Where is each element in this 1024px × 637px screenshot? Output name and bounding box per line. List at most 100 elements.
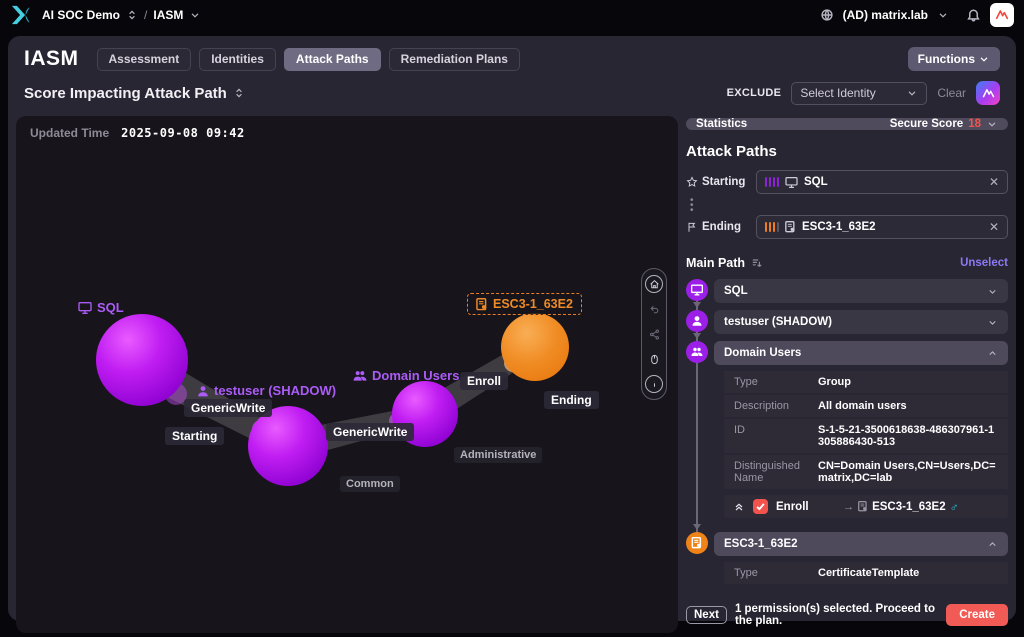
detail-key: ID — [734, 424, 818, 448]
path-row-esc3[interactable]: ESC3-1_63E2 — [714, 532, 1008, 556]
layout-button[interactable] — [645, 325, 663, 343]
node-sql[interactable] — [96, 314, 188, 406]
chevron-down-icon[interactable] — [987, 317, 998, 328]
company-logo-icon[interactable] — [10, 5, 32, 25]
path-sort-icon[interactable] — [751, 257, 763, 269]
chevron-up-icon[interactable] — [987, 539, 998, 550]
view-sort-icon[interactable] — [233, 87, 245, 99]
identity-select-value: Select Identity — [800, 86, 875, 100]
org-name[interactable]: AI SOC Demo — [42, 8, 120, 22]
path-row-sql-label: SQL — [724, 285, 748, 297]
graph-canvas[interactable] — [16, 116, 678, 633]
path-entry-testuser: testuser (SHADOW) — [686, 310, 1008, 334]
double-chevron-up-icon[interactable] — [733, 501, 745, 513]
detail-row-distinguished-name: Distinguished Name CN=Domain Users,CN=Us… — [724, 455, 1008, 489]
esc3-details: Type CertificateTemplate — [724, 562, 1008, 584]
node-label-testuser[interactable]: testuser (SHADOW) — [197, 383, 336, 398]
detail-value: S-1-5-21-3500618638-486307961-1305886430… — [818, 424, 998, 448]
header-row: IASM Assessment Identities Attack Paths … — [16, 44, 1008, 74]
identity-select-chevron-icon — [906, 87, 918, 99]
attack-path-graph[interactable]: Updated Time 2025-09-08 09:42 SQL testus… — [16, 116, 678, 633]
mouse-mode-button[interactable] — [645, 350, 663, 368]
chevron-down-icon[interactable] — [987, 286, 998, 297]
node-label-domain-users[interactable]: Domain Users — [353, 368, 459, 383]
ending-row: Ending ESC3-1_63E2 ✕ — [686, 215, 1008, 239]
avatar[interactable] — [976, 81, 1000, 105]
node-label-esc3[interactable]: ESC3-1_63E2 — [467, 293, 582, 315]
node-label-sql-text: SQL — [97, 300, 124, 315]
chevron-up-icon[interactable] — [987, 348, 998, 359]
permission-row-enroll[interactable]: Enroll → ESC3-1_63E2 ♂ — [724, 495, 1008, 518]
globe-icon — [820, 8, 834, 22]
starting-node-input[interactable]: SQL ✕ — [756, 170, 1008, 194]
ending-label: Ending — [686, 221, 748, 233]
identity-select[interactable]: Select Identity — [791, 82, 927, 105]
tab-assessment[interactable]: Assessment — [97, 48, 192, 71]
permission-name: Enroll — [776, 501, 809, 513]
org-switcher-icon[interactable] — [126, 9, 138, 21]
group-icon — [353, 370, 367, 382]
severity-bars-icon — [765, 177, 779, 187]
ending-clear-icon[interactable]: ✕ — [989, 221, 999, 233]
domain-chevron-icon[interactable] — [937, 9, 949, 21]
node-label-esc3-text: ESC3-1_63E2 — [493, 297, 573, 311]
domain-users-details: Type Group Description All domain users … — [724, 371, 1008, 489]
exclude-label: EXCLUDE — [727, 87, 782, 99]
info-button[interactable] — [645, 375, 663, 393]
group-node-icon — [686, 341, 708, 363]
statistics-bar[interactable]: Statistics Secure Score 18 — [686, 118, 1008, 130]
home-view-button[interactable] — [645, 275, 663, 293]
path-row-sql[interactable]: SQL — [714, 279, 1008, 303]
unselect-button[interactable]: Unselect — [960, 257, 1008, 269]
app-switcher-chevron-icon[interactable] — [189, 9, 201, 21]
app-name[interactable]: IASM — [153, 8, 183, 22]
path-row-esc3-label: ESC3-1_63E2 — [724, 538, 798, 550]
functions-button[interactable]: Functions — [908, 47, 1000, 71]
detail-key: Type — [734, 376, 818, 388]
edge-label-enroll[interactable]: Enroll — [460, 372, 508, 390]
detail-value: All domain users — [818, 400, 998, 412]
male-symbol-icon: ♂ — [950, 500, 959, 514]
detail-key: Description — [734, 400, 818, 412]
starting-clear-icon[interactable]: ✕ — [989, 176, 999, 188]
node-label-sql[interactable]: SQL — [78, 300, 124, 315]
swap-dots-icon[interactable]: ••• — [690, 198, 1008, 213]
path-entry-sql: SQL — [686, 279, 1008, 303]
footer-message: 1 permission(s) selected. Proceed to the… — [735, 603, 938, 627]
path-row-domain-users[interactable]: Domain Users — [714, 341, 1008, 365]
path-entry-esc3: ESC3-1_63E2 Type CertificateTemplate — [686, 532, 1008, 590]
node-esc3[interactable] — [501, 313, 569, 381]
node-testuser[interactable] — [248, 406, 328, 486]
notifications-bell-icon[interactable] — [966, 8, 981, 23]
path-row-domain-users-label: Domain Users — [724, 347, 801, 359]
create-button[interactable]: Create — [946, 604, 1008, 626]
edge-label-genericwrite-2[interactable]: GenericWrite — [326, 423, 414, 441]
tab-attack-paths[interactable]: Attack Paths — [284, 48, 381, 71]
avatar-logo-icon — [981, 86, 996, 101]
tab-remediation-plans[interactable]: Remediation Plans — [389, 48, 520, 71]
view-bar: Score Impacting Attack Path EXCLUDE Sele… — [16, 80, 1008, 106]
detail-value: CN=Domain Users,CN=Users,DC=matrix,DC=la… — [818, 460, 998, 484]
timeline-arrow-icon — [693, 302, 701, 308]
certificate-icon — [858, 501, 868, 512]
domain-selector[interactable]: (AD) matrix.lab — [843, 8, 928, 22]
product-logo-badge[interactable] — [990, 3, 1014, 27]
statistics-chevron-icon[interactable] — [986, 118, 998, 130]
detail-row-description: Description All domain users — [724, 395, 1008, 417]
path-timeline: SQL — [686, 279, 1008, 597]
starting-row: Starting SQL ✕ — [686, 170, 1008, 194]
top-nav: AI SOC Demo / IASM (AD) matrix.lab — [0, 0, 1024, 30]
tab-identities[interactable]: Identities — [199, 48, 276, 71]
check-icon — [756, 502, 765, 511]
path-row-testuser[interactable]: testuser (SHADOW) — [714, 310, 1008, 334]
ending-node-input[interactable]: ESC3-1_63E2 ✕ — [756, 215, 1008, 239]
edge-label-genericwrite-1[interactable]: GenericWrite — [184, 399, 272, 417]
clear-button[interactable]: Clear — [937, 86, 966, 100]
share-path-icon — [649, 329, 660, 340]
node-label-testuser-text: testuser (SHADOW) — [214, 383, 336, 398]
next-button[interactable]: Next — [686, 606, 727, 624]
undo-button[interactable] — [645, 300, 663, 318]
certificate-node-icon — [686, 532, 708, 554]
permission-checkbox[interactable] — [753, 499, 768, 514]
ending-badge: Ending — [544, 391, 599, 409]
